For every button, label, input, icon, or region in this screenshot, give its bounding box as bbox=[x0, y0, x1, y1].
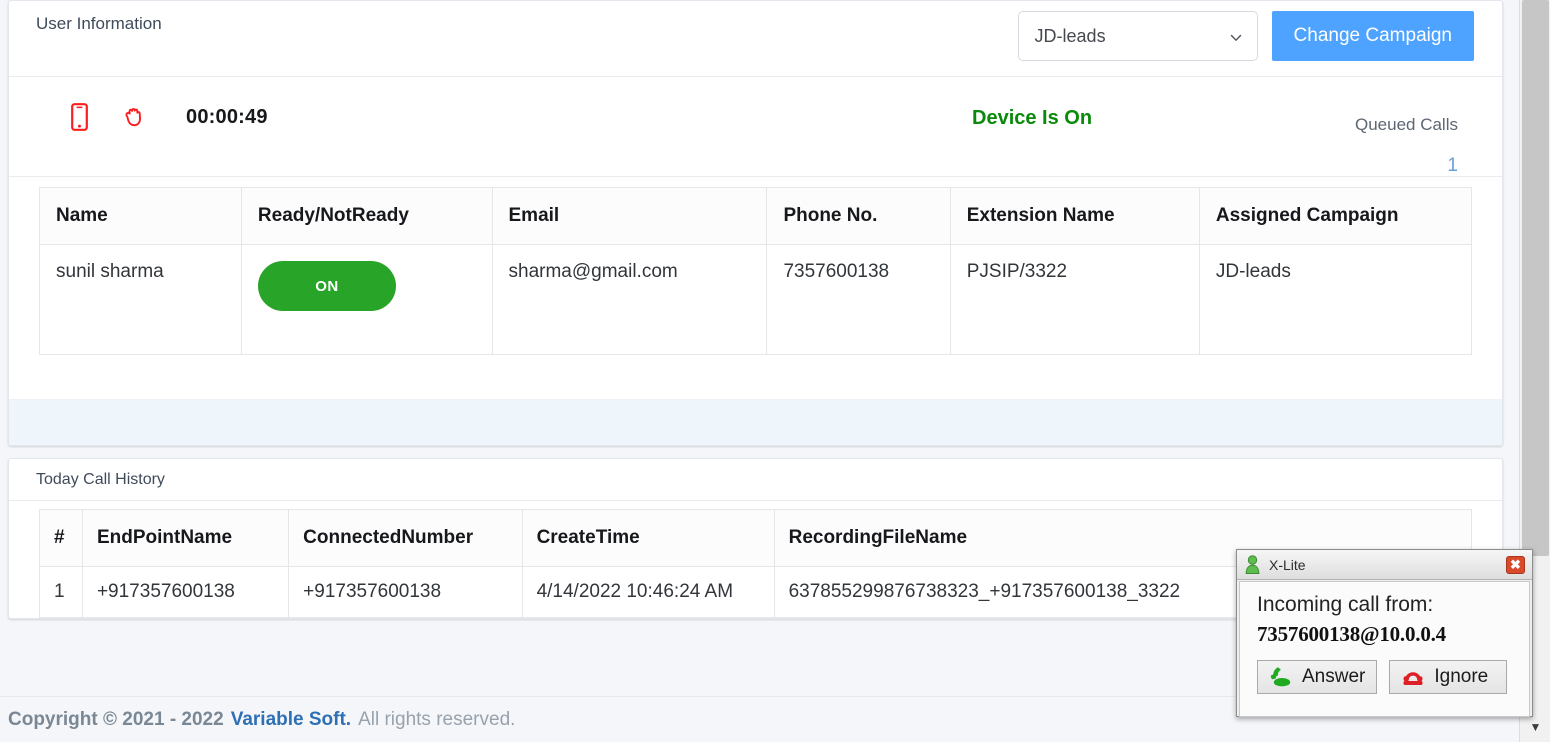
call-history-header: Today Call History bbox=[9, 459, 1502, 501]
queued-calls-count: 1 bbox=[1447, 155, 1458, 176]
cell-campaign: JD-leads bbox=[1198, 244, 1473, 355]
col-name: Name bbox=[39, 187, 242, 245]
scrollbar-thumb[interactable] bbox=[1522, 0, 1549, 556]
xlite-incoming-call-dialog: X-Lite ✖ Incoming call from: 7357600138@… bbox=[1236, 549, 1533, 717]
queued-calls-label: Queued Calls bbox=[1354, 115, 1458, 134]
user-information-card: User Information JD-leads Change Campaig… bbox=[8, 0, 1503, 446]
cell-createtime: 4/14/2022 10:46:24 AM bbox=[521, 566, 775, 618]
col-extension: Extension Name bbox=[949, 187, 1200, 245]
col-email: Email bbox=[491, 187, 768, 245]
incoming-call-label: Incoming call from: bbox=[1257, 593, 1434, 616]
cell-connectednumber: +917357600138 bbox=[288, 566, 523, 618]
col-phone: Phone No. bbox=[766, 187, 951, 245]
cell-ready: ON bbox=[240, 244, 493, 355]
table-row: sunil sharma ON sharma@gmail.com 7357600… bbox=[39, 244, 1473, 355]
campaign-select-value: JD-leads bbox=[1034, 25, 1106, 46]
user-table-wrap: Name Ready/NotReady Email Phone No. Exte… bbox=[9, 177, 1502, 355]
page-content: User Information JD-leads Change Campaig… bbox=[8, 0, 1503, 631]
col-createtime: CreateTime bbox=[521, 509, 775, 567]
page-title: User Information bbox=[36, 14, 162, 33]
user-information-header: User Information JD-leads Change Campaig… bbox=[9, 1, 1502, 77]
change-campaign-button[interactable]: Change Campaign bbox=[1271, 11, 1474, 61]
status-left-group: 00:00:49 bbox=[71, 103, 268, 131]
xlite-title-text: X-Lite bbox=[1269, 556, 1306, 573]
card-footer-band bbox=[9, 399, 1502, 445]
call-timer: 00:00:49 bbox=[186, 105, 268, 128]
phone-hangup-icon bbox=[1403, 672, 1423, 685]
cell-extension: PJSIP/3322 bbox=[949, 244, 1200, 355]
cell-name: sunil sharma bbox=[39, 244, 242, 355]
chevron-down-icon bbox=[1230, 34, 1241, 41]
col-campaign: Assigned Campaign bbox=[1198, 187, 1473, 245]
device-status-text: Device Is On bbox=[972, 107, 1093, 129]
col-endpointname: EndPointName bbox=[81, 509, 290, 567]
cell-phone: 7357600138 bbox=[766, 244, 951, 355]
answer-button[interactable]: Answer bbox=[1257, 660, 1378, 694]
user-table: Name Ready/NotReady Email Phone No. Exte… bbox=[39, 187, 1473, 355]
scroll-down-arrow-icon[interactable]: ▼ bbox=[1520, 720, 1550, 734]
answer-button-label: Answer bbox=[1302, 666, 1366, 687]
xlite-body: Incoming call from: 7357600138@10.0.0.4 … bbox=[1239, 581, 1530, 717]
ignore-button[interactable]: Ignore bbox=[1389, 660, 1508, 694]
user-avatar-icon bbox=[1245, 555, 1260, 574]
mobile-phone-icon[interactable] bbox=[71, 103, 88, 131]
device-status-strip: 00:00:49 Device Is On Queued Calls 1 bbox=[9, 77, 1502, 177]
xlite-title-bar[interactable]: X-Lite ✖ bbox=[1237, 550, 1532, 580]
phone-answer-icon bbox=[1270, 667, 1291, 687]
col-index: # bbox=[39, 509, 83, 567]
user-table-header-row: Name Ready/NotReady Email Phone No. Exte… bbox=[39, 187, 1473, 245]
xlite-button-row: Answer Ignore bbox=[1257, 660, 1529, 694]
campaign-select[interactable]: JD-leads bbox=[1017, 11, 1258, 61]
hand-grab-icon[interactable] bbox=[122, 104, 148, 130]
ready-toggle[interactable]: ON bbox=[257, 261, 396, 311]
cell-endpointname: +917357600138 bbox=[81, 566, 290, 618]
card-spacer bbox=[9, 355, 1502, 399]
col-ready: Ready/NotReady bbox=[240, 187, 493, 245]
footer-copyright: Copyright © 2021 - 2022 bbox=[8, 708, 224, 730]
queued-calls-block: Queued Calls 1 bbox=[1355, 115, 1458, 177]
ignore-button-label: Ignore bbox=[1434, 666, 1489, 687]
footer-rights: All rights reserved. bbox=[358, 708, 516, 730]
close-icon[interactable]: ✖ bbox=[1506, 555, 1525, 574]
col-connectednumber: ConnectedNumber bbox=[288, 509, 523, 567]
caller-id-text: 7357600138@10.0.0.4 bbox=[1257, 622, 1446, 646]
header-controls: JD-leads Change Campaign bbox=[1017, 11, 1474, 61]
cell-index: 1 bbox=[39, 566, 83, 618]
footer-brand-link[interactable]: Variable Soft. bbox=[231, 709, 351, 731]
cell-email: sharma@gmail.com bbox=[491, 244, 768, 355]
